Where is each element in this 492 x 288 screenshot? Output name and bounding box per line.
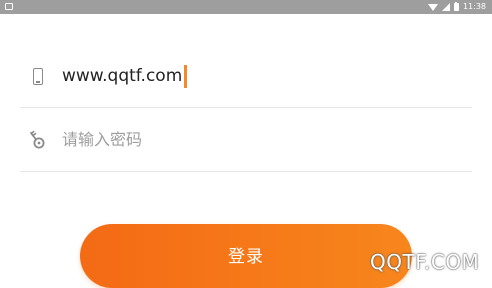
account-input[interactable]: www.qqtf.com — [62, 63, 188, 89]
key-icon — [30, 130, 45, 149]
notification-icon — [5, 3, 13, 10]
wifi-icon — [427, 3, 438, 11]
password-field[interactable]: 请输入密码 — [20, 108, 472, 172]
status-bar-right: 11:38 — [427, 0, 486, 14]
key-icon-slot — [28, 128, 48, 152]
password-divider — [20, 171, 472, 172]
text-cursor — [184, 64, 188, 88]
signal-icon — [441, 3, 450, 11]
battery-icon — [453, 2, 459, 11]
watermark: QQTF.COM — [370, 250, 480, 274]
phone-icon — [33, 67, 43, 85]
account-field[interactable]: www.qqtf.com — [20, 44, 472, 108]
login-button[interactable]: 登录 — [80, 224, 412, 288]
status-bar: 11:38 — [0, 0, 492, 14]
account-input-value: www.qqtf.com — [62, 66, 183, 86]
login-button-label: 登录 — [228, 247, 264, 267]
status-time: 11:38 — [462, 2, 486, 11]
password-input[interactable]: 请输入密码 — [62, 128, 142, 152]
phone-icon-slot — [28, 64, 48, 88]
